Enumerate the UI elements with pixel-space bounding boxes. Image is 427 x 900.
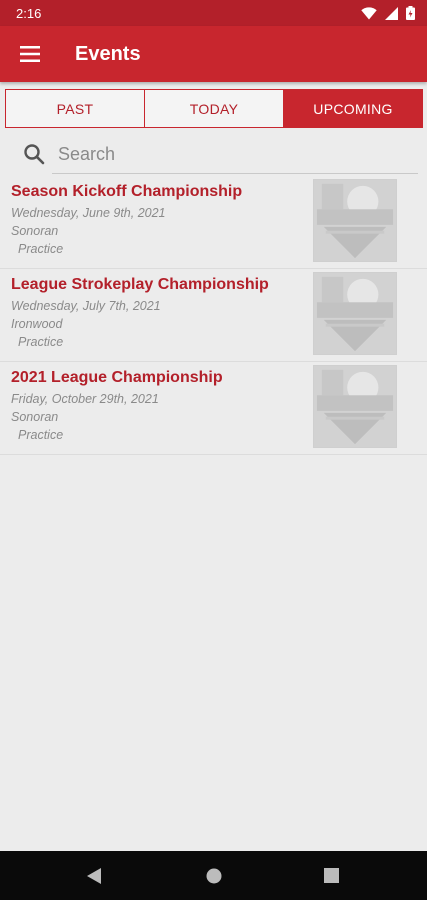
wifi-icon bbox=[361, 6, 377, 19]
tab-today[interactable]: TODAY bbox=[145, 90, 284, 127]
status-time: 2:16 bbox=[16, 5, 42, 21]
status-icons bbox=[361, 6, 415, 20]
menu-button[interactable] bbox=[0, 26, 60, 82]
hamburger-menu-icon bbox=[20, 46, 40, 62]
system-nav-bar bbox=[0, 851, 427, 900]
event-type: Practice bbox=[18, 335, 64, 349]
event-title: Season Kickoff Championship bbox=[11, 183, 243, 200]
event-title: League Strokeplay Championship bbox=[11, 276, 269, 293]
search-input[interactable] bbox=[52, 136, 418, 174]
event-course: Sonoran bbox=[11, 224, 59, 238]
event-date: Wednesday, July 7th, 2021 bbox=[11, 299, 161, 313]
recents-square-icon[interactable] bbox=[324, 868, 339, 883]
search-bar bbox=[0, 136, 427, 176]
tab-past[interactable]: PAST bbox=[6, 90, 145, 127]
event-item[interactable]: 2021 League Championship Friday, October… bbox=[0, 362, 427, 455]
event-item[interactable]: League Strokeplay Championship Wednesday… bbox=[0, 269, 427, 362]
event-title: 2021 League Championship bbox=[11, 369, 223, 386]
home-circle-icon[interactable] bbox=[206, 868, 222, 884]
event-logo-image bbox=[313, 272, 397, 355]
event-course: Ironwood bbox=[11, 317, 63, 331]
app-bar: Events bbox=[0, 26, 427, 82]
page-title: Events bbox=[75, 42, 141, 65]
tab-upcoming[interactable]: UPCOMING bbox=[284, 90, 422, 127]
event-date: Wednesday, June 9th, 2021 bbox=[11, 206, 166, 220]
status-bar: 2:16 bbox=[0, 0, 427, 26]
search-icon bbox=[24, 144, 45, 165]
battery-icon bbox=[406, 6, 415, 20]
event-item[interactable]: Season Kickoff Championship Wednesday, J… bbox=[0, 176, 427, 269]
event-type: Practice bbox=[18, 428, 64, 442]
event-type: Practice bbox=[18, 242, 64, 256]
event-logo-image bbox=[313, 365, 397, 448]
segment-tabs: PAST TODAY UPCOMING bbox=[5, 89, 423, 128]
event-logo-image bbox=[313, 179, 397, 262]
event-list: Season Kickoff Championship Wednesday, J… bbox=[0, 176, 427, 455]
back-triangle-icon[interactable] bbox=[87, 868, 102, 884]
event-course: Sonoran bbox=[11, 410, 59, 424]
event-date: Friday, October 29th, 2021 bbox=[11, 392, 159, 406]
signal-icon bbox=[385, 6, 398, 20]
